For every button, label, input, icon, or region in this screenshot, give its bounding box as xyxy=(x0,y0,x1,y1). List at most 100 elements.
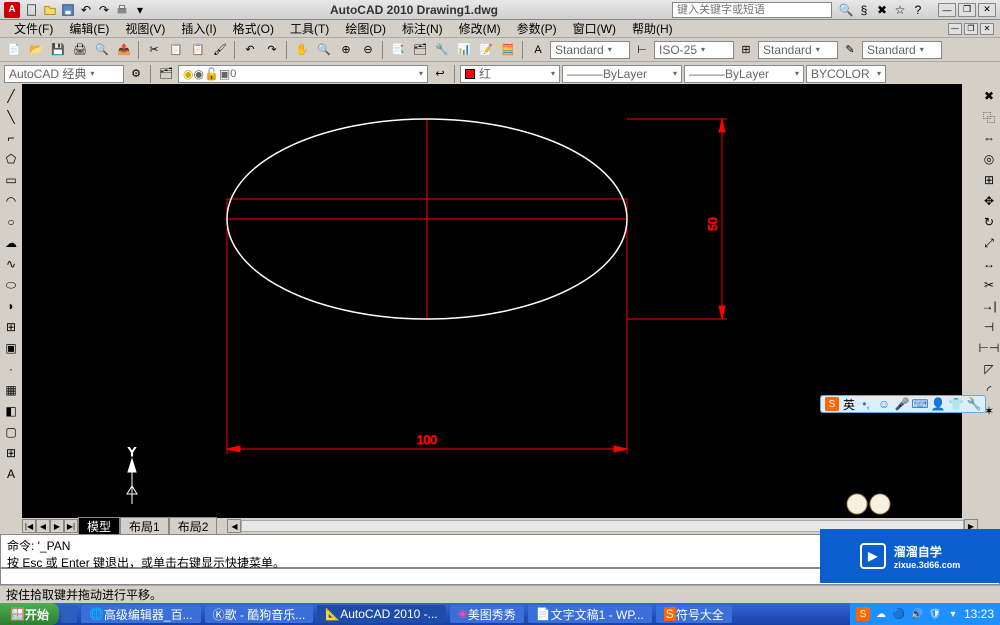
infocenter-search-icon[interactable]: 🔍 xyxy=(838,2,854,18)
copy-obj-icon[interactable]: ⿻ xyxy=(979,107,999,127)
dimstyle-combo[interactable]: ISO-25▾ xyxy=(654,41,734,59)
menu-insert[interactable]: 插入(I) xyxy=(173,20,224,37)
task-item-6[interactable]: S 符号大全 xyxy=(656,605,732,623)
close-button[interactable]: ✕ xyxy=(978,3,996,17)
pan-icon[interactable]: ✋ xyxy=(292,40,312,60)
ellipse-icon[interactable]: ⬭ xyxy=(1,275,21,295)
tab-model[interactable]: 模型 xyxy=(78,517,120,536)
ime-lang[interactable]: 英 xyxy=(843,396,855,413)
infocenter-help-icon[interactable]: ? xyxy=(910,2,926,18)
search-help-input[interactable] xyxy=(672,2,832,18)
qat-dropdown-icon[interactable]: ▾ xyxy=(132,2,148,18)
mlstyle-combo[interactable]: Standard▾ xyxy=(862,41,942,59)
qat-save-icon[interactable] xyxy=(60,2,76,18)
start-button[interactable]: 🪟 开始 xyxy=(0,603,59,625)
array-icon[interactable]: ⊞ xyxy=(979,170,999,190)
maximize-button[interactable]: ❐ xyxy=(958,3,976,17)
color-combo[interactable]: 红▾ xyxy=(460,65,560,83)
drawing-canvas[interactable]: 100 50 Y xyxy=(22,84,978,518)
plotstyle-combo[interactable]: BYCOLOR▾ xyxy=(806,65,886,83)
paste-icon[interactable]: 📋 xyxy=(188,40,208,60)
chamfer-icon[interactable]: ◸ xyxy=(979,359,999,379)
layer-manager-icon[interactable]: 🗂 xyxy=(156,64,176,84)
polyline-icon[interactable]: ⌐ xyxy=(1,128,21,148)
tab-prev-icon[interactable]: ◀ xyxy=(36,519,50,533)
infocenter-sub-icon[interactable]: § xyxy=(856,2,872,18)
menu-view[interactable]: 视图(V) xyxy=(117,20,173,37)
task-item-3[interactable]: 📐 AutoCAD 2010 -... xyxy=(317,605,445,623)
ime-settings-icon[interactable]: 🔧 xyxy=(967,397,981,411)
app-logo[interactable]: A xyxy=(4,2,20,18)
task-item-5[interactable]: 📄 文字文稿1 - WP... xyxy=(528,605,652,623)
tray-cloud-icon[interactable]: ☁ xyxy=(874,607,888,621)
doc-close-button[interactable]: ✕ xyxy=(980,23,994,35)
tray-more-icon[interactable]: ▾ xyxy=(946,607,960,621)
undo2-icon[interactable]: ↶ xyxy=(240,40,260,60)
move-icon[interactable]: ✥ xyxy=(979,191,999,211)
menu-help[interactable]: 帮助(H) xyxy=(624,20,681,37)
tab-layout2[interactable]: 布局2 xyxy=(169,517,218,536)
cut-icon[interactable]: ✂ xyxy=(144,40,164,60)
menu-draw[interactable]: 绘图(D) xyxy=(337,20,394,37)
markup-icon[interactable]: 📝 xyxy=(476,40,496,60)
tab-layout1[interactable]: 布局1 xyxy=(120,517,169,536)
tray-sogou-icon[interactable]: S xyxy=(856,607,870,621)
qat-new-icon[interactable] xyxy=(24,2,40,18)
lineweight-combo[interactable]: ——— ByLayer▾ xyxy=(684,65,804,83)
circle-icon[interactable]: ○ xyxy=(1,212,21,232)
mirror-icon[interactable]: ⇔ xyxy=(979,128,999,148)
line-icon[interactable]: ╱ xyxy=(1,86,21,106)
calc-icon[interactable]: 🧮 xyxy=(498,40,518,60)
break-icon[interactable]: ⊣ xyxy=(979,317,999,337)
minimize-button[interactable]: — xyxy=(938,3,956,17)
copy-icon[interactable]: 📋 xyxy=(166,40,186,60)
ime-voice-icon[interactable]: 🎤 xyxy=(895,397,909,411)
block-icon[interactable]: ▣ xyxy=(1,338,21,358)
publish-icon[interactable]: 📤 xyxy=(114,40,134,60)
match-icon[interactable]: 🖌 xyxy=(210,40,230,60)
hscroll-left-icon[interactable]: ◀ xyxy=(227,519,241,533)
layer-prev-icon[interactable]: ↩ xyxy=(430,64,450,84)
ime-emoji-icon[interactable]: ☺ xyxy=(877,397,891,411)
doc-minimize-button[interactable]: — xyxy=(948,23,962,35)
task-item-2[interactable]: Ⓚ 歌 - 酷狗音乐... xyxy=(205,605,314,623)
stretch-icon[interactable]: ↔ xyxy=(979,254,999,274)
menu-file[interactable]: 文件(F) xyxy=(6,20,61,37)
tray-net-icon[interactable]: 🔵 xyxy=(892,607,906,621)
tab-last-icon[interactable]: ▶| xyxy=(64,519,78,533)
tablestyle-icon[interactable]: ⊞ xyxy=(736,40,756,60)
mlstyle-icon[interactable]: ✎ xyxy=(840,40,860,60)
qat-print-icon[interactable] xyxy=(114,2,130,18)
tab-first-icon[interactable]: |◀ xyxy=(22,519,36,533)
menu-modify[interactable]: 修改(M) xyxy=(451,20,509,37)
properties-icon[interactable]: 📑 xyxy=(388,40,408,60)
rotate-icon[interactable]: ↻ xyxy=(979,212,999,232)
sheet-icon[interactable]: 📊 xyxy=(454,40,474,60)
tray-clock[interactable]: 13:23 xyxy=(964,607,994,621)
drawing-area[interactable]: 100 50 Y xyxy=(22,84,978,518)
join-icon[interactable]: ⊢⊣ xyxy=(979,338,999,358)
spline-icon[interactable]: ∿ xyxy=(1,254,21,274)
system-tray[interactable]: S ☁ 🔵 🔊 🛡 ▾ 13:23 xyxy=(850,603,1000,625)
ellipse-arc-icon[interactable]: ◗ xyxy=(1,296,21,316)
region-icon[interactable]: ▢ xyxy=(1,422,21,442)
revcloud-icon[interactable]: ☁ xyxy=(1,233,21,253)
linetype-combo[interactable]: ——— ByLayer▾ xyxy=(562,65,682,83)
mtext-icon[interactable]: A xyxy=(1,464,21,484)
erase-icon[interactable]: ✖ xyxy=(979,86,999,106)
toolpalette-icon[interactable]: 🔧 xyxy=(432,40,452,60)
ime-punct-icon[interactable]: •, xyxy=(859,397,873,411)
dimstyle-icon[interactable]: ⊢ xyxy=(632,40,652,60)
zoom-win-icon[interactable]: ⊕ xyxy=(336,40,356,60)
workspace-combo[interactable]: AutoCAD 经典▾ xyxy=(4,65,124,83)
point-icon[interactable]: · xyxy=(1,359,21,379)
menu-parametric[interactable]: 参数(P) xyxy=(509,20,565,37)
tab-next-icon[interactable]: ▶ xyxy=(50,519,64,533)
vertical-scrollbar[interactable] xyxy=(962,84,978,518)
save-icon[interactable]: 💾 xyxy=(48,40,68,60)
tablestyle-combo[interactable]: Standard▾ xyxy=(758,41,838,59)
qat-redo-icon[interactable]: ↷ xyxy=(96,2,112,18)
new-icon[interactable]: 📄 xyxy=(4,40,24,60)
preview-icon[interactable]: 🔍 xyxy=(92,40,112,60)
menu-tools[interactable]: 工具(T) xyxy=(282,20,337,37)
